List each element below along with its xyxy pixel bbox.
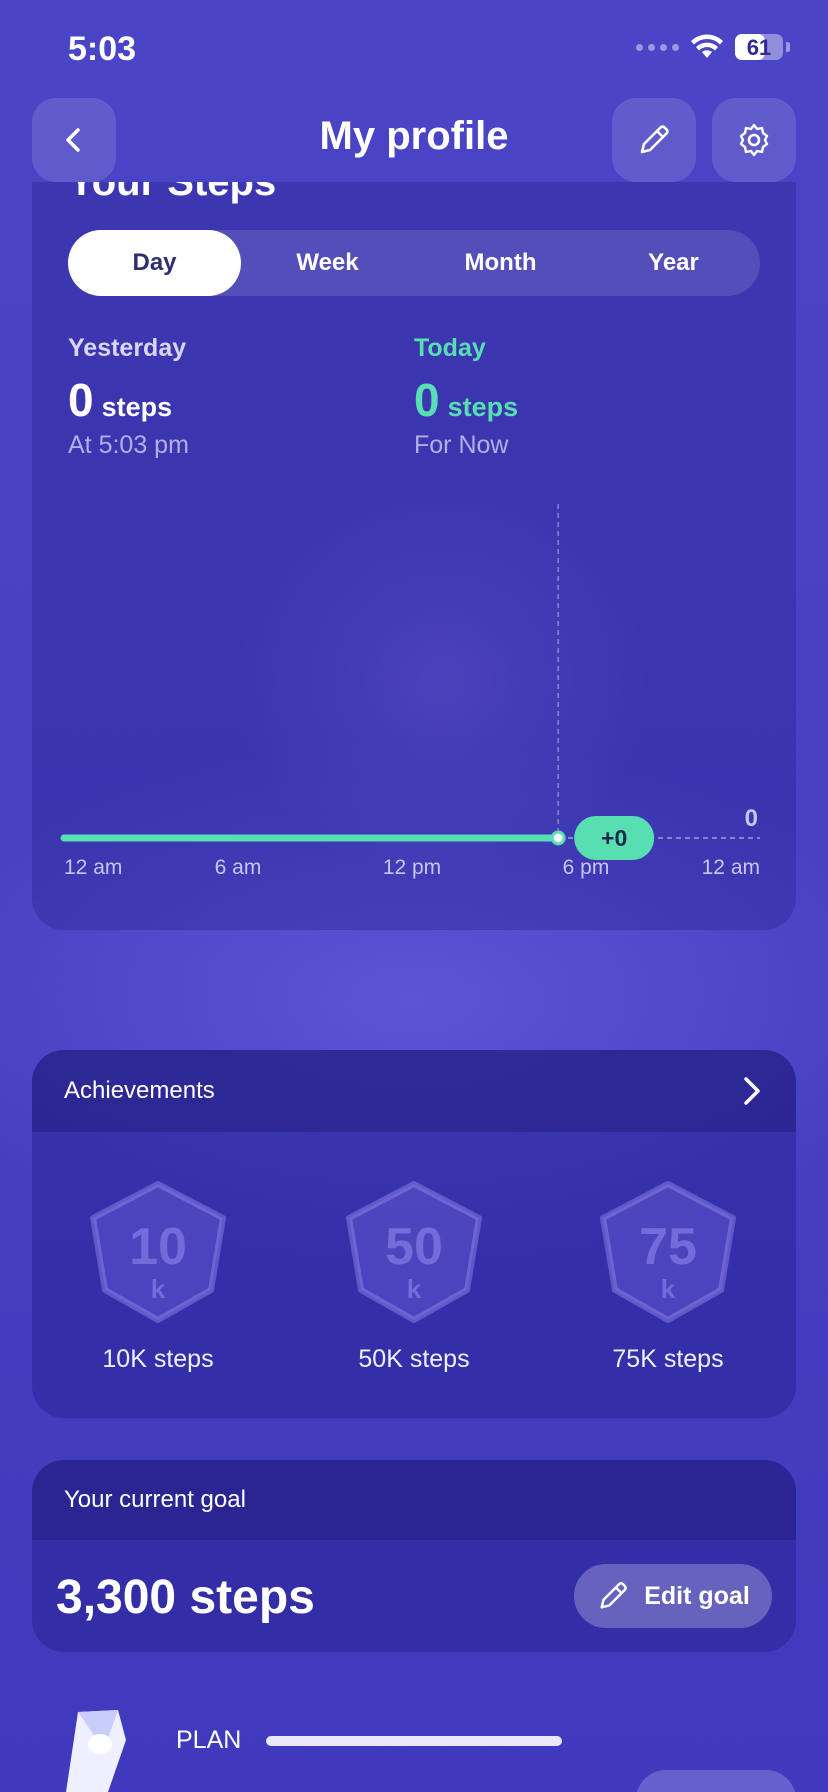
chart-x-tick-label: 6 am (215, 856, 262, 879)
battery-icon: 61 (735, 34, 783, 60)
chart-current-marker: +0 (574, 816, 655, 860)
chart-marker-label: +0 (601, 825, 627, 851)
badge-label: 75K steps (612, 1345, 724, 1373)
status-bar: 5:03 61 (0, 0, 828, 98)
wifi-icon (691, 34, 723, 58)
pencil-icon (600, 1582, 628, 1609)
badge-50k[interactable]: 50 k 50K steps (324, 1178, 504, 1374)
badge-unit: k (661, 1274, 676, 1304)
chart-x-tick-label: 12 pm (383, 856, 441, 879)
signal-icon (636, 43, 679, 51)
badge-label: 50K steps (358, 1345, 470, 1373)
plan-progress-bar (266, 1736, 562, 1746)
chart-y-value-label: 0 (745, 805, 758, 832)
settings-button[interactable] (712, 98, 796, 182)
edit-goal-button[interactable]: Edit goal (574, 1564, 772, 1628)
gear-icon (739, 123, 769, 157)
badge-unit: k (151, 1274, 166, 1304)
achievements-card: Achievements 10 k 10K steps 50 k 50K ste… (32, 1050, 796, 1418)
plan-row[interactable]: PLAN (0, 1690, 828, 1792)
edit-goal-label: Edit goal (644, 1581, 750, 1610)
steps-card: Your Steps Day Week Month Year Yesterday… (32, 182, 796, 930)
chevron-right-icon[interactable] (740, 1075, 764, 1107)
status-time: 5:03 (68, 30, 137, 68)
plan-button[interactable] (636, 1770, 796, 1792)
goal-card: Your current goal 3,300 steps Edit goal (32, 1460, 796, 1652)
chart-now-dot (550, 830, 566, 846)
badge-unit: k (407, 1274, 422, 1304)
chart-x-tick-label: 12 am (702, 856, 760, 879)
steps-chart: +0 0 12 am 6 am 12 pm 6 pm 12 am (60, 504, 760, 879)
hexagon-badge-icon: 50 k (346, 1181, 482, 1323)
badge-number: 75 (639, 1218, 697, 1276)
plan-label: PLAN (176, 1726, 242, 1754)
chart-x-axis: 12 am 6 am 12 pm 6 pm 12 am (64, 856, 760, 879)
edit-profile-button[interactable] (612, 98, 696, 182)
hexagon-badge-icon: 75 k (600, 1181, 736, 1323)
page-title: My profile (319, 114, 509, 158)
chart-x-tick-label: 6 pm (563, 856, 610, 879)
status-indicators: 61 (636, 34, 790, 60)
badge-10k[interactable]: 10 k 10K steps (68, 1178, 248, 1374)
achievements-header[interactable]: Achievements (32, 1050, 796, 1132)
pencil-icon (640, 125, 669, 154)
badge-label: 10K steps (102, 1345, 214, 1373)
badge-number: 10 (129, 1218, 187, 1276)
badge-number: 50 (385, 1218, 443, 1276)
achievements-title: Achievements (64, 1077, 215, 1104)
hexagon-badge-icon: 10 k (90, 1181, 226, 1323)
goal-title: Your current goal (32, 1460, 796, 1540)
battery-level: 61 (746, 35, 772, 60)
chart-x-tick-label: 12 am (64, 856, 122, 879)
badge-75k[interactable]: 75 k 75K steps (578, 1178, 758, 1374)
goal-value: 3,300 steps (56, 1571, 315, 1624)
crystal-icon (66, 1710, 126, 1792)
